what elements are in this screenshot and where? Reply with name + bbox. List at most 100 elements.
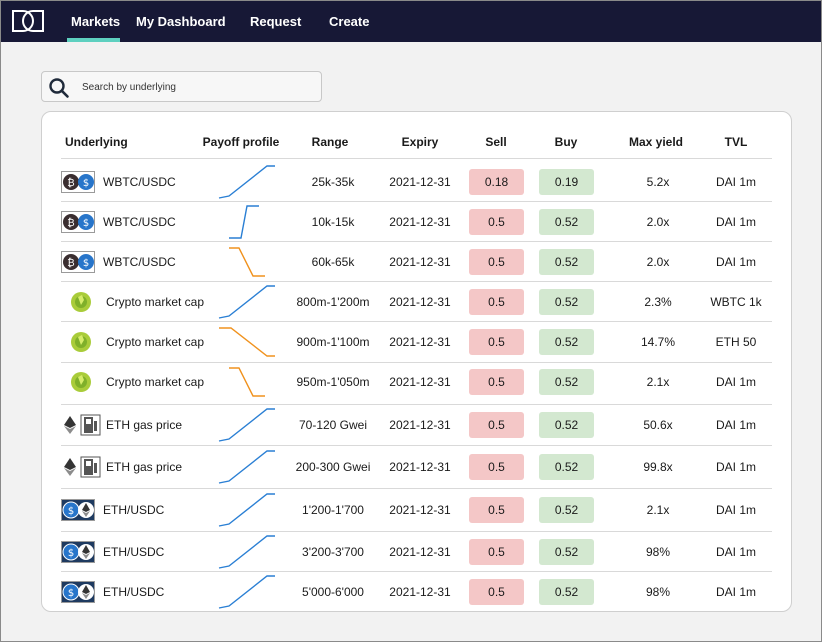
eth-gas-icon	[62, 456, 102, 483]
sell-button[interactable]: 0.18	[469, 169, 524, 195]
market-cap-icon	[69, 371, 93, 398]
underlying-name: WBTC/USDC	[103, 255, 176, 269]
buy-button[interactable]: 0.52	[539, 249, 594, 275]
payoff-line	[218, 575, 275, 609]
payoff-line	[218, 285, 275, 319]
payoff-up-chart	[218, 575, 275, 609]
max-yield-cell: 99.8x	[643, 460, 673, 474]
payoff-line	[218, 450, 275, 484]
buy-button[interactable]: 0.52	[539, 329, 594, 355]
sell-button[interactable]: 0.5	[469, 289, 524, 315]
range-cell: 950m-1'050m	[296, 375, 370, 389]
underlying-name: Crypto market cap	[106, 335, 205, 349]
expiry-cell: 2021-12-31	[389, 255, 451, 269]
header-underlying: Underlying	[65, 135, 128, 149]
row-divider	[61, 571, 772, 572]
payoff-up-chart	[218, 450, 275, 484]
sell-button[interactable]: 0.5	[469, 497, 524, 523]
max-yield-cell: 5.2x	[646, 175, 670, 189]
sell-button[interactable]: 0.5	[469, 209, 524, 235]
max-yield-cell: 98%	[645, 585, 671, 599]
expiry-cell: 2021-12-31	[389, 335, 451, 349]
sell-button[interactable]: 0.5	[469, 539, 524, 565]
expiry-cell: 2021-12-31	[389, 460, 451, 474]
range-cell: 5'000-6'000	[302, 585, 364, 599]
payoff-up-chart	[218, 165, 275, 199]
sell-button[interactable]: 0.5	[469, 249, 524, 275]
buy-button[interactable]: 0.52	[539, 412, 594, 438]
underlying-name: Crypto market cap	[106, 375, 205, 389]
sell-button[interactable]: 0.5	[469, 329, 524, 355]
nav-create[interactable]: Create	[329, 14, 369, 29]
wbtc-usdc-icon: ₿ $	[61, 251, 95, 278]
wbtc-usdc-icon: ₿ $	[61, 171, 95, 198]
row-divider	[61, 445, 772, 446]
row-divider	[61, 281, 772, 282]
search-icon	[49, 78, 69, 98]
range-cell: 10k-15k	[311, 215, 355, 229]
underlying-name: ETH/USDC	[103, 545, 165, 559]
nav-markets[interactable]: Markets	[71, 14, 120, 29]
payoff-line	[229, 247, 265, 277]
buy-button[interactable]: 0.52	[539, 497, 594, 523]
max-yield-cell: 98%	[645, 545, 671, 559]
range-cell: 60k-65k	[311, 255, 355, 269]
underlying-name: Crypto market cap	[106, 295, 205, 309]
payoff-up-chart	[218, 493, 275, 527]
row-divider	[61, 362, 772, 363]
payoff-line	[219, 327, 275, 357]
payoff-down-chart	[219, 327, 275, 357]
range-cell: 3'200-3'700	[302, 545, 364, 559]
expiry-cell: 2021-12-31	[389, 418, 451, 432]
payoff-up-chart	[229, 205, 259, 239]
max-yield-cell: 50.6x	[643, 418, 673, 432]
svg-text:$: $	[68, 588, 74, 599]
row-divider	[61, 158, 772, 159]
tvl-cell: DAI 1m	[715, 503, 757, 517]
svg-text:$: $	[83, 178, 89, 189]
buy-button[interactable]: 0.52	[539, 369, 594, 395]
svg-text:₿: ₿	[67, 217, 74, 229]
underlying-name: ETH/USDC	[103, 503, 165, 517]
header-buy: Buy	[554, 135, 578, 149]
search-box[interactable]	[41, 71, 322, 102]
underlying-name: WBTC/USDC	[103, 215, 176, 229]
underlying-name: WBTC/USDC	[103, 175, 176, 189]
range-cell: 70-120 Gwei	[298, 418, 368, 432]
sell-button[interactable]: 0.5	[469, 412, 524, 438]
buy-button[interactable]: 0.52	[539, 454, 594, 480]
tvl-cell: DAI 1m	[715, 418, 757, 432]
sell-button[interactable]: 0.5	[469, 369, 524, 395]
svg-text:₿: ₿	[67, 257, 74, 269]
row-divider	[61, 201, 772, 202]
nav-my-dashboard[interactable]: My Dashboard	[136, 14, 226, 29]
buy-button[interactable]: 0.52	[539, 579, 594, 605]
row-divider	[61, 404, 772, 405]
payoff-line	[218, 493, 275, 527]
nav-request[interactable]: Request	[250, 14, 301, 29]
max-yield-cell: 2.0x	[646, 215, 670, 229]
sell-button[interactable]: 0.5	[469, 454, 524, 480]
expiry-cell: 2021-12-31	[389, 215, 451, 229]
payoff-line	[218, 408, 275, 442]
sell-button[interactable]: 0.5	[469, 579, 524, 605]
row-divider	[61, 488, 772, 489]
tvl-cell: DAI 1m	[715, 175, 757, 189]
buy-button[interactable]: 0.52	[539, 289, 594, 315]
buy-button[interactable]: 0.52	[539, 539, 594, 565]
eth-usdc-icon: $	[61, 541, 95, 568]
tvl-cell: DAI 1m	[715, 255, 757, 269]
max-yield-cell: 2.1x	[646, 375, 670, 389]
header-tvl: TVL	[724, 135, 748, 149]
range-cell: 200-300 Gwei	[295, 460, 371, 474]
buy-button[interactable]: 0.19	[539, 169, 594, 195]
row-divider	[61, 321, 772, 322]
max-yield-cell: 14.7%	[640, 335, 676, 349]
payoff-up-chart	[218, 535, 275, 569]
search-input[interactable]	[82, 77, 312, 97]
max-yield-cell: 2.1x	[646, 503, 670, 517]
buy-button[interactable]: 0.52	[539, 209, 594, 235]
logo-icon[interactable]	[11, 9, 45, 33]
market-cap-icon	[69, 291, 93, 318]
max-yield-cell: 2.0x	[646, 255, 670, 269]
